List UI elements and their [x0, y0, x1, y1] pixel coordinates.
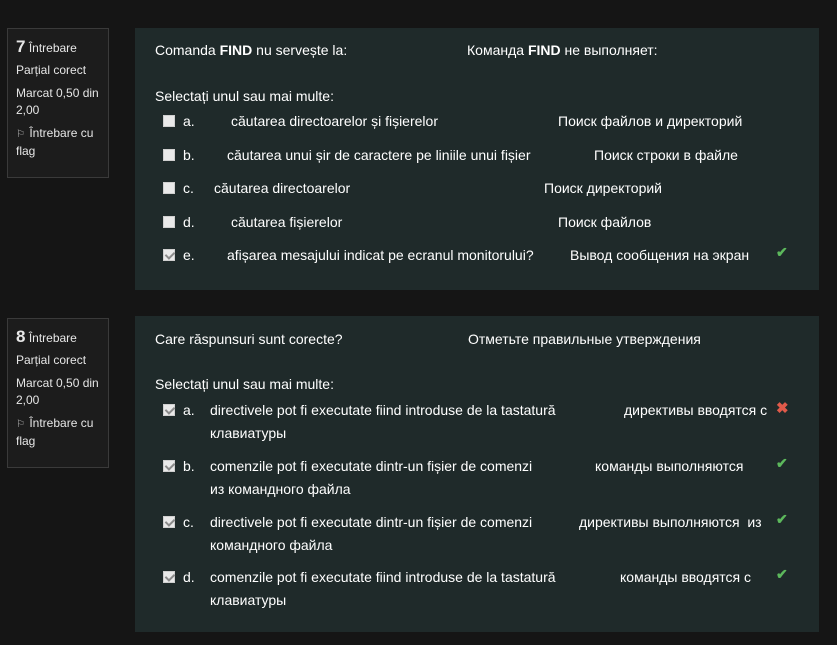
option-b-checkbox[interactable] — [163, 460, 175, 472]
option-letter: d. — [183, 569, 195, 585]
question-text-ro: Care răspunsuri sunt corecte? — [155, 331, 343, 347]
flag-question-link[interactable]: ⚐ Întrebare cu flag — [16, 415, 108, 450]
flag-question-link[interactable]: ⚐ Întrebare cu flag — [16, 125, 108, 160]
question-mark: Marcat 0,50 din 2,00 — [16, 376, 99, 407]
correct-check-icon: ✔ — [776, 455, 788, 471]
option-d-checkbox[interactable] — [163, 571, 175, 583]
option-text-ru-line2: клавиатуры — [210, 425, 287, 441]
option-c-checkbox[interactable] — [163, 182, 175, 194]
option-letter: c. — [183, 180, 194, 196]
option-b-checkbox[interactable] — [163, 149, 175, 161]
question-8-content: Care răspunsuri sunt corecte? Отметьте п… — [135, 316, 819, 632]
option-text-ro: directivele pot fi executate dintr-un fi… — [210, 514, 533, 530]
option-text-ru-line1: команды вводятся с — [620, 569, 752, 585]
option-text-ro: comenzile pot fi executate dintr-un fiși… — [210, 458, 533, 474]
question-7-content: Comanda FIND nu servește la: Команда FIN… — [135, 28, 819, 290]
answer-prompt: Selectați unul sau mai multe: — [155, 376, 334, 392]
flag-label: Întrebare cu flag — [16, 416, 94, 448]
question-state: Parțial corect — [16, 353, 87, 367]
option-text-ro: afișarea mesajului indicat pe ecranul mo… — [227, 247, 534, 263]
question-7-info: 7 Întrebare Parțial corect Marcat 0,50 d… — [7, 28, 109, 178]
option-letter: b. — [183, 458, 195, 474]
option-c-checkbox[interactable] — [163, 516, 175, 528]
option-letter: a. — [183, 113, 195, 129]
option-letter: c. — [183, 514, 194, 530]
option-d-checkbox[interactable] — [163, 216, 175, 228]
question-mark: Marcat 0,50 din 2,00 — [16, 86, 99, 117]
correct-check-icon: ✔ — [776, 244, 788, 260]
option-text-ru-line2: командного файла — [210, 537, 333, 553]
option-text-ro: căutarea directoarelor — [214, 180, 351, 196]
option-text-ru-line2: из командного файла — [210, 481, 351, 497]
option-text-ru-line2: клавиатуры — [210, 592, 287, 608]
flag-label: Întrebare cu flag — [16, 126, 94, 158]
option-text-ru: Поиск файлов — [558, 214, 652, 230]
option-text-ro: căutarea fișierelor — [231, 214, 343, 230]
question-word: Întrebare — [28, 41, 77, 55]
question-text-ru: Отметьте правильные утверждения — [468, 331, 701, 347]
option-text-ro: directivele pot fi executate fiind intro… — [210, 402, 556, 418]
question-8-info: 8 Întrebare Parțial corect Marcat 0,50 d… — [7, 318, 109, 468]
correct-check-icon: ✔ — [776, 511, 788, 527]
answer-prompt: Selectați unul sau mai multe: — [155, 88, 334, 104]
option-a-checkbox[interactable] — [163, 115, 175, 127]
option-text-ro: comenzile pot fi executate fiind introdu… — [210, 569, 556, 585]
option-letter: e. — [183, 247, 195, 263]
option-text-ru-line1: команды выполняются — [595, 458, 744, 474]
flag-icon: ⚐ — [16, 419, 25, 430]
question-number: 8 — [16, 327, 26, 346]
option-text-ru: Поиск строки в файле — [594, 147, 738, 163]
option-a-checkbox[interactable] — [163, 404, 175, 416]
option-e-checkbox[interactable] — [163, 249, 175, 261]
option-letter: b. — [183, 147, 195, 163]
option-text-ro: căutarea unui șir de caractere pe liniil… — [227, 147, 531, 163]
option-text-ro: căutarea directoarelor și fișierelor — [231, 113, 438, 129]
option-text-ru: Поиск директорий — [544, 180, 662, 196]
option-text-ru-line1: директивы вводятся с — [624, 402, 768, 418]
question-number: 7 — [16, 37, 26, 56]
question-text-ro: Comanda FIND nu servește la: — [155, 42, 348, 58]
incorrect-cross-icon: ✖ — [776, 400, 789, 417]
option-letter: d. — [183, 214, 195, 230]
question-word: Întrebare — [28, 331, 77, 345]
option-letter: a. — [183, 402, 195, 418]
correct-check-icon: ✔ — [776, 566, 788, 582]
question-state: Parțial corect — [16, 63, 87, 77]
question-text-ru: Команда FIND не выполняет: — [467, 42, 658, 58]
option-text-ru: Поиск файлов и директорий — [558, 113, 743, 129]
option-text-ru: Вывод сообщения на экран — [570, 247, 750, 263]
flag-icon: ⚐ — [16, 129, 25, 140]
option-text-ru-line1: директивы выполняются из — [579, 514, 762, 530]
